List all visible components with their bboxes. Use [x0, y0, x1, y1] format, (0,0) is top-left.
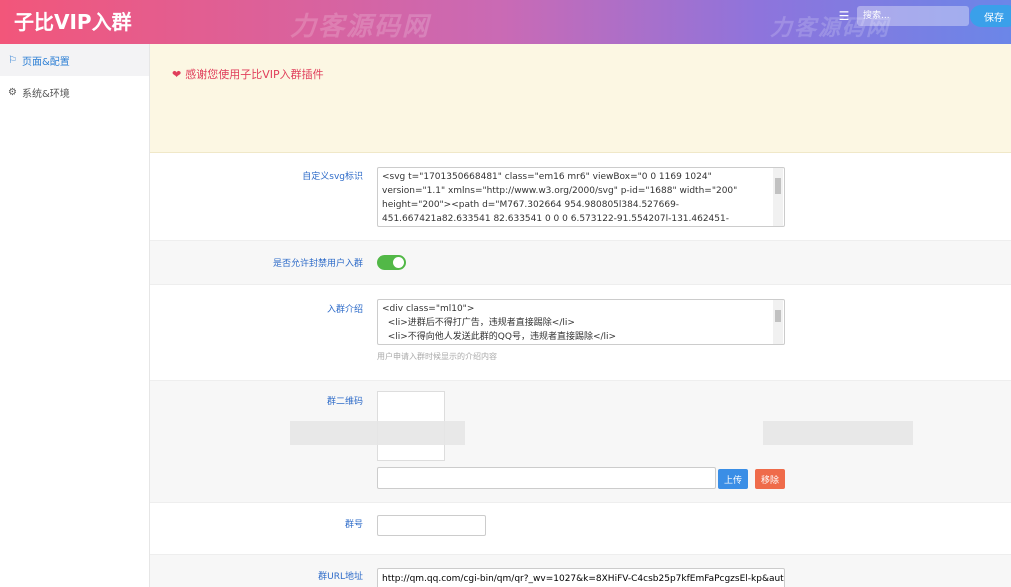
- search-input[interactable]: [857, 6, 969, 26]
- allow-banned-label: 是否允许封禁用户入群: [272, 259, 363, 269]
- main-content: ❤ 感谢您使用子比VIP入群插件 自定义svg标识 <svg t="1701350…: [150, 44, 1011, 587]
- sidebar-item-label: 页面&配置: [22, 56, 70, 68]
- svg-icon-scrollbar[interactable]: [773, 168, 783, 226]
- svg-icon-textarea[interactable]: <svg t="1701350668481" class="em16 mr6" …: [377, 167, 785, 227]
- upload-button[interactable]: 上传: [718, 469, 748, 489]
- sidebar-item-system-env[interactable]: ⚙ 系统&环境: [0, 76, 149, 108]
- group-url-input[interactable]: [377, 568, 785, 587]
- group-number-label: 群号: [344, 520, 363, 530]
- allow-banned-toggle[interactable]: [377, 255, 406, 270]
- scrollbar-thumb[interactable]: [775, 310, 781, 322]
- menu-icon[interactable]: ☰: [833, 6, 855, 26]
- intro-row: 入群介绍 <div class="ml10"> <li>进群后不得打广告，违规者…: [150, 285, 1011, 381]
- qr-label: 群二维码: [326, 397, 363, 407]
- qr-url-input[interactable]: [377, 467, 716, 489]
- bookmark-icon: ⚐: [8, 54, 17, 66]
- remove-button[interactable]: 移除: [755, 469, 785, 489]
- save-button[interactable]: 保存: [970, 5, 1011, 27]
- intro-textarea[interactable]: <div class="ml10"> <li>进群后不得打广告，违规者直接踢除<…: [377, 299, 785, 345]
- intro-scrollbar[interactable]: [773, 300, 783, 344]
- intro-label: 入群介绍: [326, 305, 363, 315]
- group-url-label: 群URL地址: [318, 572, 363, 582]
- blur-mask-right: [763, 421, 913, 445]
- svg-icon-label: 自定义svg标识: [302, 172, 363, 182]
- notice-banner: ❤ 感谢您使用子比VIP入群插件: [150, 44, 1011, 153]
- sidebar-item-label: 系统&环境: [22, 88, 70, 100]
- wrench-icon: ⚙: [8, 86, 17, 98]
- group-url-row: 群URL地址: [150, 555, 1011, 587]
- blur-mask-left: [290, 421, 465, 445]
- group-number-row: 群号: [150, 503, 1011, 555]
- app-title: 子比VIP入群: [14, 10, 132, 34]
- intro-help-text: 用户申请入群时候显示的介绍内容: [377, 352, 497, 361]
- qr-row: 群二维码 上传 移除: [150, 381, 1011, 503]
- watermark-left: 力客源码网: [290, 12, 431, 42]
- heart-icon: ❤: [172, 68, 182, 81]
- sidebar: ⚐ 页面&配置 ⚙ 系统&环境: [0, 44, 150, 587]
- top-header: 子比VIP入群 力客源码网 力客源码网 ☰ 保存: [0, 0, 1011, 44]
- allow-banned-row: 是否允许封禁用户入群: [150, 241, 1011, 285]
- notice-text: 感谢您使用子比VIP入群插件: [185, 68, 324, 81]
- group-number-input[interactable]: [377, 515, 486, 536]
- scrollbar-thumb[interactable]: [775, 178, 781, 194]
- toggle-knob: [393, 257, 404, 268]
- sidebar-item-page-config[interactable]: ⚐ 页面&配置: [0, 44, 149, 76]
- svg-icon-row: 自定义svg标识 <svg t="1701350668481" class="e…: [150, 153, 1011, 241]
